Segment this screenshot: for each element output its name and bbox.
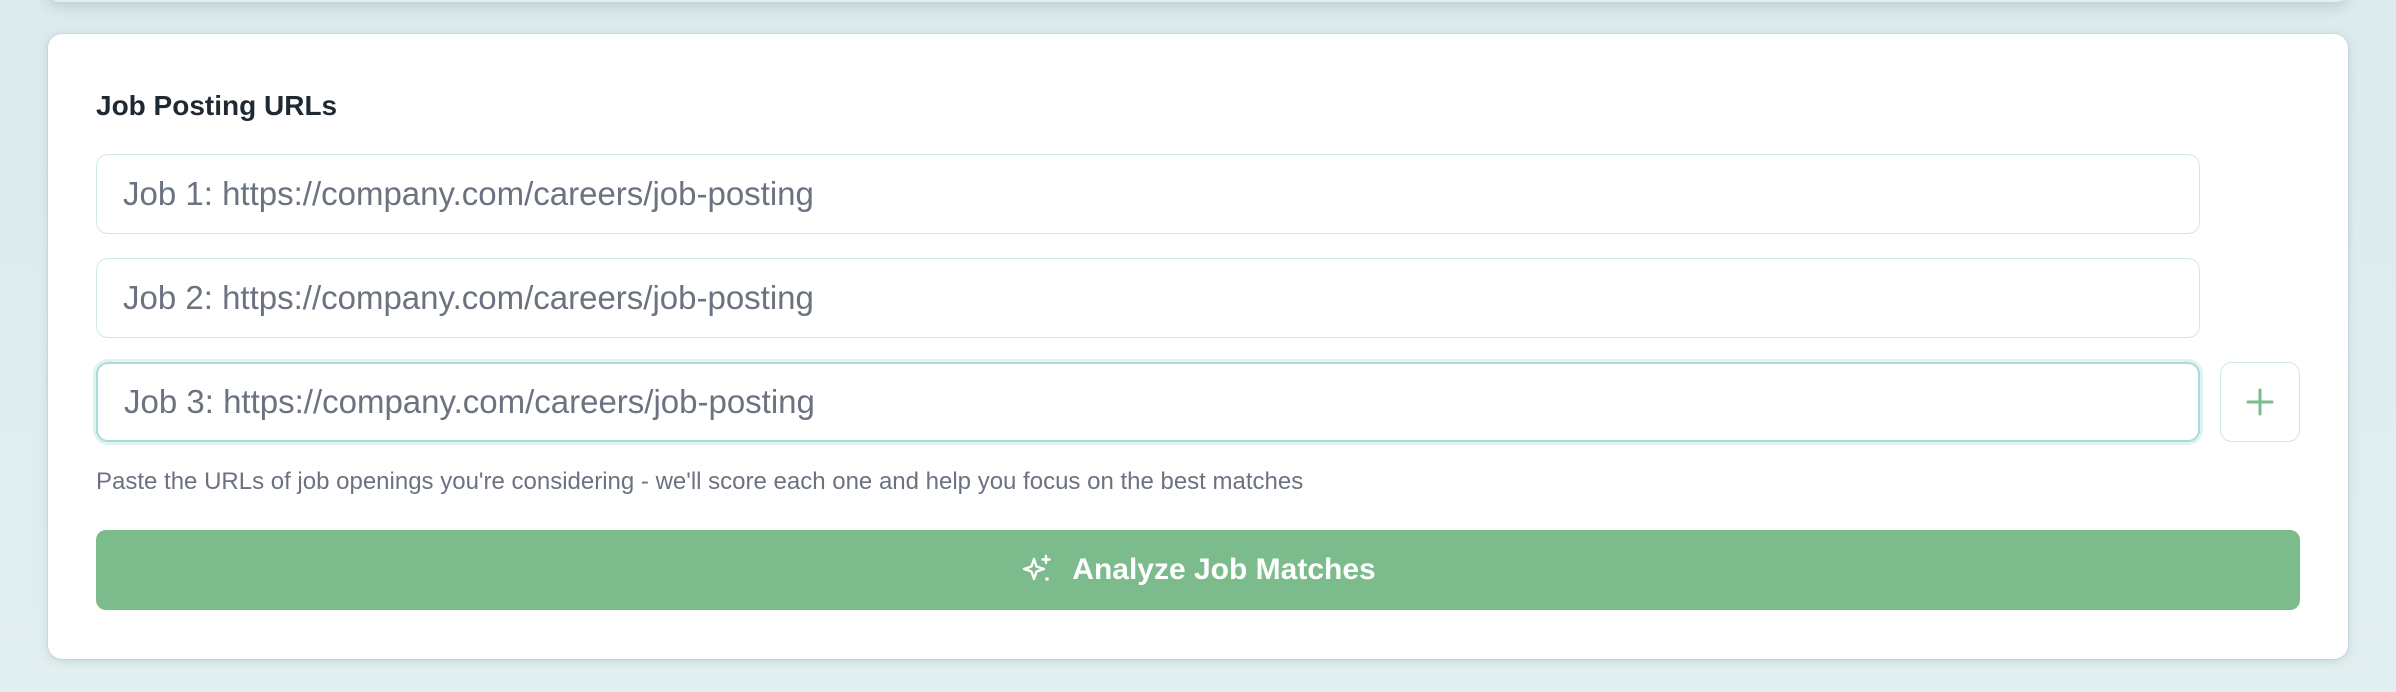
analyze-job-matches-button[interactable]: Analyze Job Matches bbox=[96, 530, 2300, 610]
job-url-input-3[interactable] bbox=[96, 362, 2200, 442]
helper-text: Paste the URLs of job openings you're co… bbox=[96, 468, 1304, 495]
section-title: Job Posting URLs bbox=[96, 90, 338, 121]
job-url-input-1[interactable] bbox=[96, 154, 2200, 234]
url-row-1 bbox=[96, 154, 2200, 234]
url-row-2 bbox=[96, 258, 2200, 338]
analyze-button-label: Analyze Job Matches bbox=[1072, 553, 1376, 586]
job-urls-card: Job Posting URLs Paste the URLs of job o… bbox=[48, 34, 2348, 659]
job-url-input-2[interactable] bbox=[96, 258, 2200, 338]
plus-icon bbox=[2245, 387, 2275, 417]
previous-card-edge bbox=[48, 0, 2348, 2]
add-url-button[interactable] bbox=[2220, 362, 2300, 442]
url-row-3 bbox=[96, 362, 2200, 442]
sparkles-icon bbox=[1020, 553, 1054, 587]
